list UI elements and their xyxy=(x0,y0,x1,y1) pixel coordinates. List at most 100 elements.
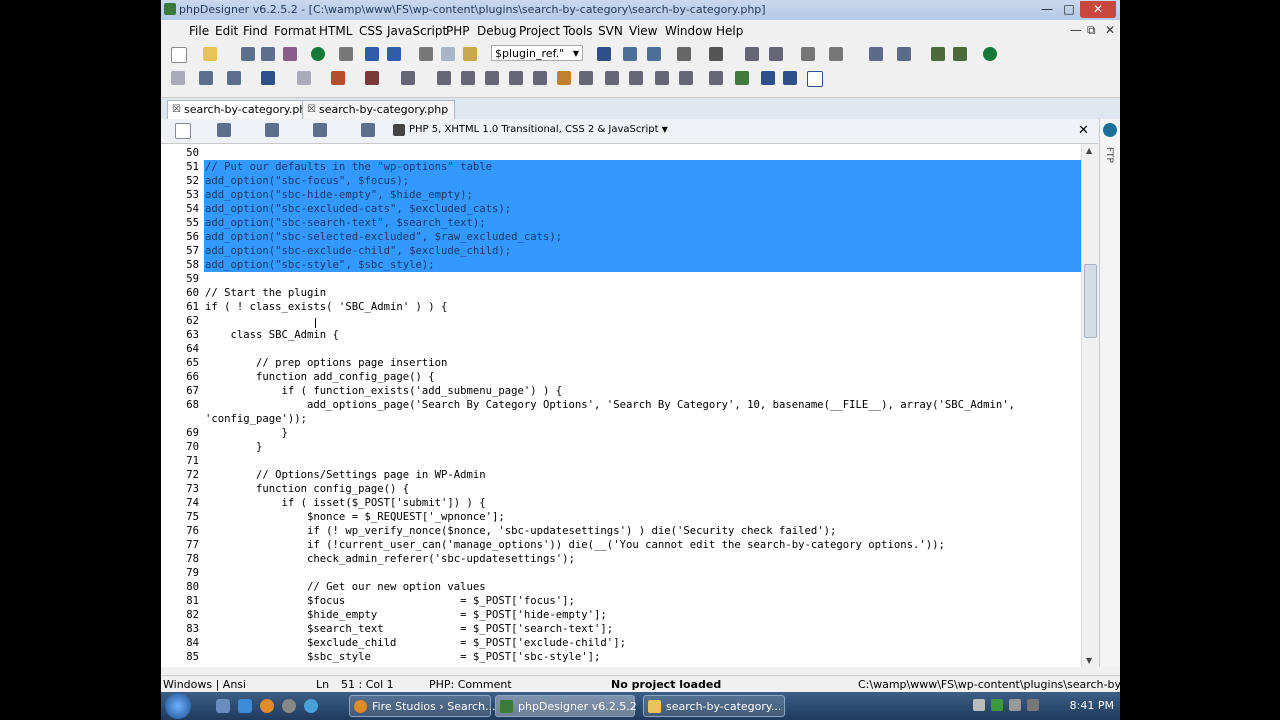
menu-svn[interactable]: SVN xyxy=(598,24,623,38)
menu-tools[interactable]: Tools xyxy=(563,24,593,38)
block-icon[interactable] xyxy=(401,71,415,85)
code-line[interactable]: 52 add_option("sbc-focus", $focus); xyxy=(161,174,1081,188)
save-all-icon[interactable] xyxy=(283,47,297,61)
document-icon[interactable] xyxy=(297,71,311,85)
mdi-minimize-icon[interactable]: — xyxy=(1070,23,1082,37)
code-line[interactable]: 75 $nonce = $_REQUEST['_wpnonce']; xyxy=(161,510,1081,524)
function-list-combo[interactable]: $plugin_ref." ▼ xyxy=(491,45,583,61)
form-icon[interactable] xyxy=(655,71,669,85)
toggle-bookmark-icon[interactable] xyxy=(709,47,723,61)
tab-search-by-category-2[interactable]: ☒ search-by-category.php xyxy=(302,100,456,119)
code-line[interactable]: 55 add_option("sbc-search-text", $search_… xyxy=(161,216,1081,230)
globe-icon[interactable] xyxy=(1103,123,1117,137)
show-desktop-icon[interactable] xyxy=(216,699,230,713)
code-line[interactable]: 64 xyxy=(161,342,1081,356)
snippet-icon[interactable] xyxy=(227,71,241,85)
code-line[interactable]: 77 if (!current_user_can('manage_options… xyxy=(161,538,1081,552)
code-line[interactable]: 83 $search_text = $_POST['search-text']; xyxy=(161,622,1081,636)
run-icon[interactable] xyxy=(331,71,345,85)
outdent-icon[interactable] xyxy=(461,71,475,85)
save-as-icon[interactable] xyxy=(261,47,275,61)
code-line[interactable]: 56 add_option("sbc-selected-excluded", $r… xyxy=(161,230,1081,244)
code-line[interactable]: 82 $hide_empty = $_POST['hide-empty']; xyxy=(161,608,1081,622)
sort-descending-icon[interactable] xyxy=(769,47,783,61)
menu-format[interactable]: Format xyxy=(274,24,316,38)
debug-step-icon[interactable] xyxy=(897,47,911,61)
start-button[interactable] xyxy=(165,693,191,719)
tools-icon[interactable] xyxy=(931,47,945,61)
doctype-selector[interactable]: PHP 5, XHTML 1.0 Transitional, CSS 2 & J… xyxy=(409,124,668,135)
code-line[interactable]: 76 if (! wp_verify_nonce($nonce, 'sbc-up… xyxy=(161,524,1081,538)
menu-help[interactable]: Help xyxy=(716,24,743,38)
code-line[interactable]: 66 function add_config_page() { xyxy=(161,370,1081,384)
taskbar-item-folder[interactable]: search-by-category... xyxy=(643,695,785,717)
menu-javascript[interactable]: JavaScript xyxy=(387,24,447,38)
code-line[interactable]: 80 // Get our new option values xyxy=(161,580,1081,594)
scroll-down-icon[interactable]: ▼ xyxy=(1086,656,1092,665)
code-line[interactable]: 84 $exclude_child = $_POST['exclude-chil… xyxy=(161,636,1081,650)
redo-icon[interactable] xyxy=(387,47,401,61)
code-line[interactable]: 59 xyxy=(161,272,1081,286)
tab-search-by-category-1[interactable]: ☒ search-by-category.php xyxy=(167,100,321,119)
code-line[interactable]: 61 if ( ! class_exists( 'SBC_Admin' ) ) { xyxy=(161,300,1081,314)
menu-view[interactable]: View xyxy=(629,24,657,38)
navigate-forward-icon[interactable] xyxy=(829,47,843,61)
code-line[interactable]: 74 if ( isset($_POST['submit']) ) { xyxy=(161,496,1081,510)
code-line[interactable]: 69 } xyxy=(161,426,1081,440)
close-tab-icon[interactable]: ☒ xyxy=(307,101,316,118)
settings-icon[interactable] xyxy=(261,71,275,85)
code-line[interactable]: 65 // prep options page insertion xyxy=(161,356,1081,370)
frame-icon[interactable] xyxy=(807,71,823,87)
internet-explorer-icon[interactable] xyxy=(238,699,252,713)
code-line[interactable]: 73 function config_page() { xyxy=(161,482,1081,496)
cut-icon[interactable] xyxy=(419,47,433,61)
taskbar-item-firefox[interactable]: Fire Studios › Search... xyxy=(349,695,496,717)
taskbar-item-phpdesigner[interactable]: phpDesigner v6.2.5.2 xyxy=(495,695,637,717)
code-explorer-icon[interactable] xyxy=(175,123,191,139)
debug-icon[interactable] xyxy=(869,47,883,61)
navigate-back-icon[interactable] xyxy=(801,47,815,61)
wrap-icon[interactable] xyxy=(533,71,547,85)
menu-css[interactable]: CSS xyxy=(359,24,383,38)
tag-close-icon[interactable] xyxy=(437,71,451,85)
code-line[interactable]: 71 xyxy=(161,454,1081,468)
hand-icon[interactable] xyxy=(557,71,571,85)
code-line[interactable]: 'config_page')); xyxy=(161,412,1081,426)
code-line[interactable]: 63 class SBC_Admin { xyxy=(161,328,1081,342)
template-icon[interactable] xyxy=(199,71,213,85)
globe-icon[interactable] xyxy=(983,47,997,61)
ftp-panel-tab[interactable]: FTP xyxy=(1104,147,1114,163)
html-tag-icon[interactable] xyxy=(365,71,379,85)
go-to-function-icon[interactable] xyxy=(597,47,611,61)
uncomment-icon[interactable] xyxy=(509,71,523,85)
code-line[interactable]: 53 add_option("sbc-hide-empty", $hide_emp… xyxy=(161,188,1081,202)
find-icon[interactable] xyxy=(623,47,637,61)
tray-volume-icon[interactable] xyxy=(1027,699,1039,711)
menu-file[interactable]: File xyxy=(189,24,209,38)
list-icon[interactable] xyxy=(783,71,797,85)
menu-html[interactable]: HTML xyxy=(319,24,352,38)
scrollbar-thumb[interactable] xyxy=(1084,264,1097,338)
export-icon[interactable] xyxy=(313,123,327,137)
ftp-upload-icon[interactable] xyxy=(953,47,967,61)
close-tab-icon[interactable]: ☒ xyxy=(172,101,181,118)
code-editor[interactable]: 50 51 // Put our defaults in the "wp-optio… xyxy=(161,144,1098,667)
save-icon[interactable] xyxy=(241,47,255,61)
chrome-icon[interactable] xyxy=(304,699,318,713)
code-line[interactable]: 57 add_option("sbc-exclude-child", $exclu… xyxy=(161,244,1081,258)
special-char-icon[interactable] xyxy=(709,71,723,85)
open-folder-icon[interactable] xyxy=(203,47,217,61)
code-line[interactable]: 79 xyxy=(161,566,1081,580)
syntax-icon[interactable] xyxy=(361,123,375,137)
code-line[interactable]: 51 // Put our defaults in the "wp-options… xyxy=(161,160,1081,174)
print-icon[interactable] xyxy=(339,47,353,61)
code-line[interactable]: 50 xyxy=(161,146,1081,160)
maximize-button[interactable]: □ xyxy=(1058,1,1080,18)
bookmark-icon[interactable] xyxy=(677,47,691,61)
mdi-restore-icon[interactable]: ⧉ xyxy=(1087,23,1096,38)
code-line[interactable]: 78 check_admin_referer('sbc-updatesettin… xyxy=(161,552,1081,566)
tray-network-icon[interactable] xyxy=(973,699,985,711)
title-bar[interactable]: phpDesigner v6.2.5.2 - [C:\wamp\www\FS\w… xyxy=(161,0,1120,20)
image-icon[interactable] xyxy=(605,71,619,85)
code-line[interactable]: 58 add_option("sbc-style", $sbc_style); xyxy=(161,258,1081,272)
